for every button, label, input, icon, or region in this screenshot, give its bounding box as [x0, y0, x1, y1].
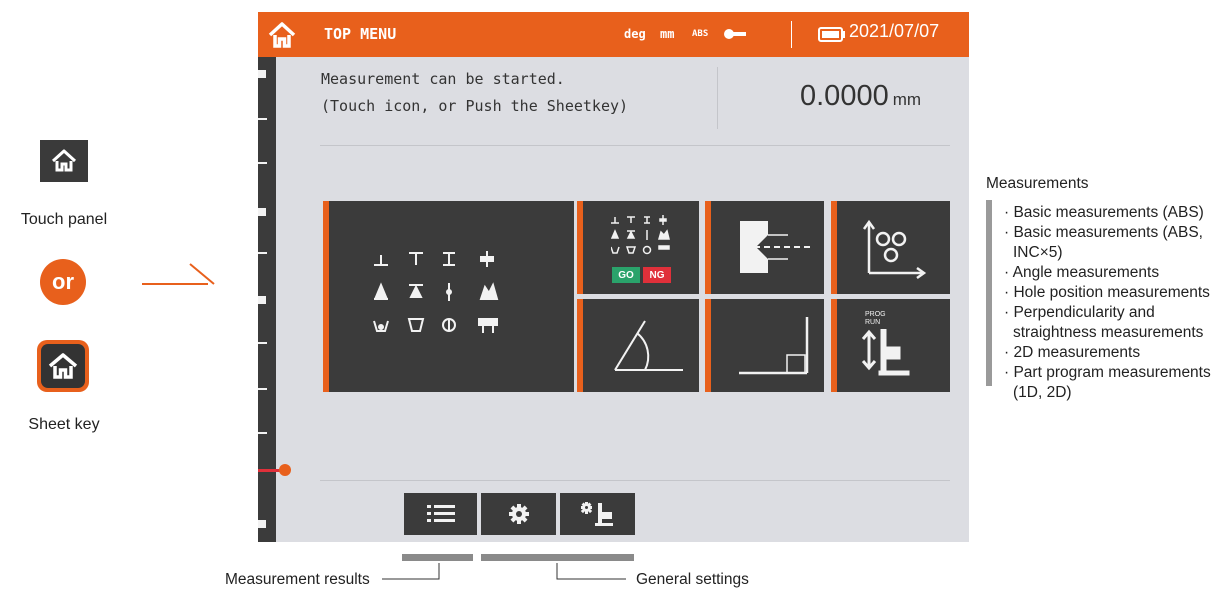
tolerance-judgement-tile[interactable]: GO NG: [577, 201, 699, 294]
tile-accent: [705, 299, 711, 392]
tile-accent: [323, 201, 329, 392]
settings-bracket-bar: [481, 554, 634, 561]
tile-accent: [577, 299, 583, 392]
message-divider: [717, 67, 718, 129]
general-settings-caption: General settings: [636, 571, 749, 588]
part-program-icon: [861, 329, 910, 376]
gear-icon: [508, 504, 529, 524]
hole-position-tile[interactable]: [705, 201, 824, 294]
home-icon: [268, 22, 296, 48]
measurement-results-button[interactable]: [404, 493, 477, 535]
angle-measurement-tile[interactable]: [577, 299, 699, 392]
scale-tick: [258, 70, 266, 78]
perpendicularity-tile[interactable]: [705, 299, 824, 392]
prog-label: PROG: [865, 311, 886, 318]
reading-unit: mm: [892, 90, 922, 109]
results-bracket-bar: [402, 554, 473, 561]
gear-probe-icon: [580, 502, 613, 526]
hole-position-icon: [740, 221, 812, 273]
perpendicularity-icon: [739, 317, 809, 375]
home-icon: [48, 353, 78, 379]
tile-accent: [831, 201, 837, 294]
tile-accent: [831, 299, 837, 392]
sheet-key-label: Sheet key: [28, 416, 100, 433]
status-message-line1: Measurement can be started.: [321, 70, 565, 88]
ng-badge: NG: [643, 267, 671, 283]
run-label: RUN: [865, 319, 881, 326]
measurement-item: · Basic measurements (ABS, INC×5): [1004, 224, 1203, 261]
mode-indicator: ABS: [692, 29, 709, 39]
scale-tick: [258, 520, 266, 528]
pointer-arrow: [142, 263, 215, 285]
2d-measurement-icon: [862, 219, 927, 279]
measurements-bracket-bar: [986, 200, 992, 386]
measurement-item: · Perpendicularity and straightness meas…: [1004, 304, 1204, 341]
tolerance-icons: [611, 215, 670, 255]
tile-accent: [705, 201, 711, 294]
part-program-tile[interactable]: PROG RUN: [831, 299, 950, 392]
2d-measurement-tile[interactable]: [831, 201, 950, 294]
scale-pointer-line: [258, 469, 280, 472]
measurements-list: · Basic measurements (ABS) · Basic measu…: [1003, 203, 1218, 403]
header-separator: [320, 145, 950, 146]
measurement-item: · Part program measurements (1D, 2D): [1004, 364, 1211, 401]
list-icon: [426, 505, 455, 522]
scale-tick: [258, 388, 267, 390]
touch-panel-home-button: [40, 140, 88, 182]
title-bar: TOP MENU deg mm ABS 2021/07/07: [258, 12, 969, 57]
scale-tick: [258, 118, 267, 120]
scale-tick: [258, 162, 267, 164]
settings-probe-button[interactable]: [560, 493, 635, 535]
titlebar-divider: [791, 21, 792, 48]
scale-tick: [258, 342, 267, 344]
go-badge: GO: [612, 267, 640, 283]
page-title: TOP MENU: [324, 25, 397, 43]
footer-separator: [320, 480, 950, 481]
touch-panel-label: Touch panel: [20, 211, 108, 228]
measurements-heading: Measurements: [986, 175, 1089, 192]
reading-display: 0.0000 mm: [800, 80, 921, 113]
angle-icon: [614, 320, 683, 371]
reading-value: 0.0000: [800, 80, 889, 112]
measurement-item: · 2D measurements: [1004, 344, 1141, 361]
unit-deg: deg: [624, 27, 646, 41]
scale-tick: [258, 432, 267, 434]
status-message: Measurement can be started. (Touch icon,…: [321, 66, 628, 120]
tile-accent: [577, 201, 583, 294]
unit-mm: mm: [660, 27, 675, 41]
scale-tick: [258, 252, 267, 254]
annotation-leader-lines: [382, 563, 626, 580]
general-settings-button[interactable]: [481, 493, 556, 535]
measurement-item: · Hole position measurements: [1004, 284, 1210, 301]
basic-measurement-icons: [373, 251, 499, 333]
measurement-results-caption: Measurement results: [225, 571, 370, 588]
basic-measurement-tile[interactable]: [323, 201, 574, 392]
sheet-key-home-button: [37, 340, 89, 392]
battery-icon: [818, 27, 845, 42]
home-button[interactable]: [267, 21, 297, 49]
scale-pointer-dot: [279, 464, 291, 476]
home-icon: [51, 149, 77, 172]
scale-tick: [258, 296, 266, 304]
or-badge: or: [40, 259, 86, 305]
key-icon: [724, 29, 746, 39]
status-message-line2: (Touch icon, or Push the Sheetkey): [321, 97, 629, 115]
scale-tick: [258, 208, 266, 216]
part-program-caption: PROG RUN: [865, 311, 886, 327]
measurement-item: · Basic measurements (ABS): [1004, 204, 1204, 221]
measurement-item: · Angle measurements: [1004, 264, 1160, 281]
date-display: 2021/07/07: [849, 21, 940, 41]
